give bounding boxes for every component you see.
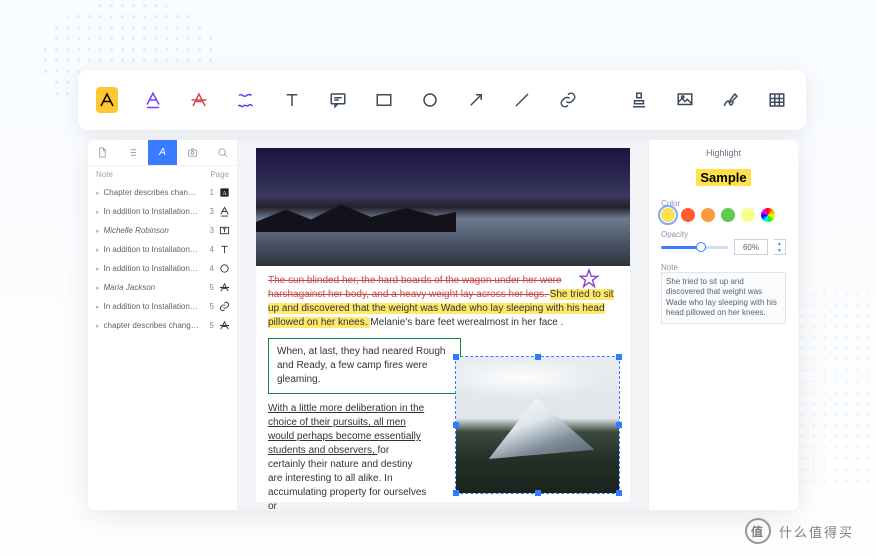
notes-header-note: Note [96, 170, 113, 179]
panel-title: Highlight [661, 148, 786, 158]
opacity-slider[interactable] [661, 246, 728, 249]
color-swatch[interactable] [661, 208, 675, 222]
document-area[interactable]: The sun blinded her, the hard boards of … [238, 140, 648, 510]
strike-icon [218, 281, 231, 294]
sample-preview: Sample [696, 169, 750, 186]
link-icon [218, 300, 231, 313]
note-text: In addition to Installation instru… [104, 207, 200, 216]
underline-icon [218, 205, 231, 218]
circle-tool[interactable] [419, 87, 441, 113]
color-swatch[interactable] [761, 208, 775, 222]
note-row[interactable]: ▸Maria Jackson5 [88, 278, 237, 297]
opacity-value[interactable]: 60% [734, 239, 768, 255]
note-text: In addition to Installation instru… [104, 302, 200, 311]
color-swatch[interactable] [721, 208, 735, 222]
strikethrough-tool[interactable] [188, 87, 210, 113]
note-tool[interactable] [327, 87, 349, 113]
rectangle-tool[interactable] [373, 87, 395, 113]
note-row[interactable]: ▸In addition to Installation instru…5 [88, 297, 237, 316]
svg-text:A: A [222, 190, 227, 197]
watermark: 值 什么值得买 [745, 518, 854, 544]
color-swatch[interactable] [741, 208, 755, 222]
note-row[interactable]: ▸Chapter describes change Sho…1A [88, 183, 237, 202]
boxed-text[interactable]: When, at last, they had neared Rough and… [268, 338, 461, 394]
note-text: Chapter describes change Sho… [104, 188, 200, 197]
image-tool[interactable] [674, 87, 696, 113]
note-row[interactable]: ▸In addition to Installation instru…4 [88, 240, 237, 259]
editor-window: A Note Page ▸Chapter describes change Sho… [88, 140, 798, 510]
color-swatch[interactable] [681, 208, 695, 222]
circle-icon [218, 262, 231, 275]
sidebar: A Note Page ▸Chapter describes change Sho… [88, 140, 238, 510]
underline-tool[interactable] [142, 87, 164, 113]
opacity-stepper[interactable]: ▲▼ [774, 239, 786, 255]
signature-tool[interactable] [720, 87, 742, 113]
annotation-toolbar [78, 70, 806, 130]
squiggly-tool[interactable] [234, 87, 256, 113]
strike-icon [218, 319, 231, 332]
properties-panel: Highlight Sample Color Opacity 60% ▲▼ No… [648, 140, 798, 510]
note-textarea[interactable]: She tried to sit up and discovered that … [661, 272, 786, 324]
image-selection[interactable] [455, 356, 620, 494]
line-tool[interactable] [511, 87, 533, 113]
note-label: Note [661, 263, 786, 272]
star-annotation[interactable] [578, 268, 600, 290]
color-swatches [661, 208, 786, 222]
hero-image [256, 148, 630, 266]
note-text: chapter describes change Sho… [104, 321, 200, 330]
text-icon [218, 243, 231, 256]
sidebar-tab-outline[interactable] [88, 140, 118, 165]
note-row[interactable]: ▸In addition to Installation instru…4 [88, 259, 237, 278]
color-swatch[interactable] [701, 208, 715, 222]
arrow-tool[interactable] [465, 87, 487, 113]
note-row[interactable]: ▸Michelle Robinson3 [88, 221, 237, 240]
note-text: Maria Jackson [104, 283, 200, 292]
note-text: In addition to Installation instru… [104, 245, 200, 254]
highlight-tool[interactable] [96, 87, 118, 113]
underlined-text[interactable]: With a little more deliberation in the c… [268, 403, 424, 456]
strikethrough-text[interactable]: The sun blinded her, the hard boards of … [268, 275, 562, 300]
sidebar-tab-search[interactable] [207, 140, 237, 165]
note-text: In addition to Installation instru… [104, 264, 200, 273]
color-label: Color [661, 199, 786, 208]
text-box-icon [218, 224, 231, 237]
table-tool[interactable] [766, 87, 788, 113]
opacity-label: Opacity [661, 230, 786, 239]
sidebar-tab-snapshot[interactable] [177, 140, 207, 165]
sidebar-tab-annotations[interactable]: A [148, 140, 178, 165]
text-tool[interactable] [281, 87, 303, 113]
note-row[interactable]: ▸chapter describes change Sho…5 [88, 316, 237, 335]
link-tool[interactable] [557, 87, 579, 113]
notes-header-page: Page [210, 170, 229, 179]
sidebar-tab-list[interactable] [118, 140, 148, 165]
stamp-tool[interactable] [628, 87, 650, 113]
note-text: Michelle Robinson [104, 226, 200, 235]
note-row[interactable]: ▸In addition to Installation instru…3 [88, 202, 237, 221]
plain-text-1: Melanie's bare feet werealmost in her fa… [370, 317, 563, 328]
highlight-icon: A [218, 186, 231, 199]
